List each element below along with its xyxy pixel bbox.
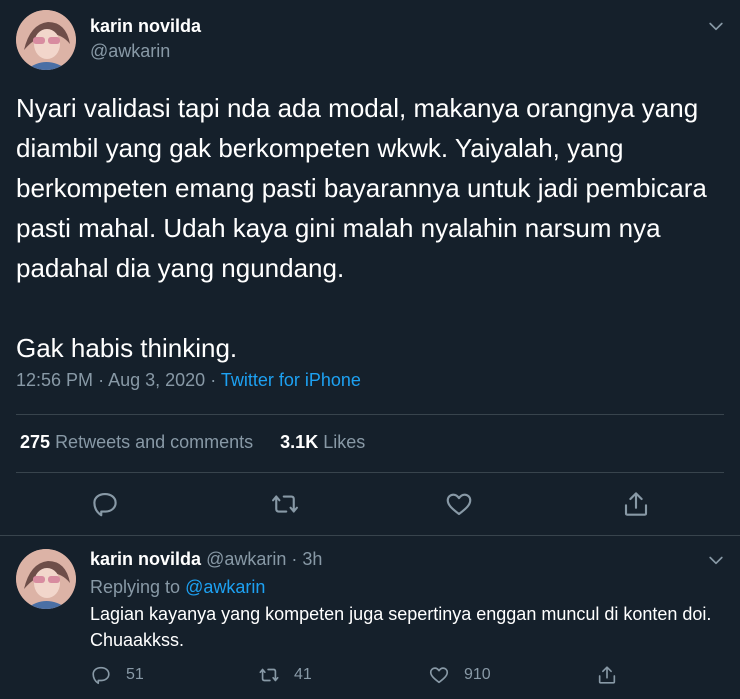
reply-author-name[interactable]: karin novilda — [90, 549, 201, 569]
author-name[interactable]: karin novilda — [90, 16, 201, 37]
chevron-down-icon[interactable] — [706, 550, 726, 570]
tweet-meta: 12:56 PM · Aug 3, 2020 · Twitter for iPh… — [16, 370, 361, 391]
replying-to: Replying to @awkarin — [90, 577, 265, 598]
reply-icon[interactable] — [90, 489, 120, 519]
divider — [16, 414, 724, 415]
reply-separator: · — [291, 549, 298, 569]
reply-icon — [90, 664, 112, 686]
author-handle[interactable]: @awkarin — [90, 41, 170, 62]
heart-icon[interactable] — [444, 489, 474, 519]
retweets-count: 275 — [20, 432, 51, 452]
retweet-icon — [258, 664, 280, 686]
likes-count: 3.1K — [280, 432, 319, 452]
retweets-label: Retweets and comments — [55, 432, 254, 452]
tweet-date[interactable]: Aug 3, 2020 — [108, 370, 205, 390]
reply-header: karin novilda @awkarin · 3h — [90, 549, 322, 570]
chevron-down-icon[interactable] — [706, 16, 726, 36]
reply-retweet-button[interactable]: 41 — [258, 664, 312, 686]
replying-prefix: Replying to — [90, 577, 181, 597]
divider — [16, 472, 724, 473]
divider — [0, 535, 740, 536]
tweet-detail-page: karin novilda @awkarin Nyari validasi ta… — [0, 0, 740, 699]
reply-share-button[interactable] — [596, 664, 618, 686]
reply-age[interactable]: 3h — [302, 549, 322, 569]
meta-separator: · — [98, 370, 105, 390]
share-icon[interactable] — [621, 489, 651, 519]
author-avatar[interactable] — [16, 10, 76, 70]
likes-stat[interactable]: 3.1K Likes — [280, 432, 365, 452]
reply-reply-button[interactable]: 51 — [90, 664, 144, 686]
heart-icon — [428, 664, 450, 686]
likes-label: Likes — [323, 432, 366, 452]
share-icon — [596, 664, 618, 686]
reply-like-button[interactable]: 910 — [428, 664, 491, 686]
retweet-count: 41 — [294, 666, 312, 683]
tweet-source-link[interactable]: Twitter for iPhone — [221, 370, 361, 390]
tweet-text: Nyari validasi tapi nda ada modal, makan… — [16, 93, 707, 363]
reply-author-avatar[interactable] — [16, 549, 76, 609]
retweet-icon[interactable] — [270, 489, 300, 519]
like-count: 910 — [464, 666, 491, 683]
retweets-stat[interactable]: 275 Retweets and comments — [20, 432, 253, 452]
tweet-time[interactable]: 12:56 PM — [16, 370, 93, 390]
replying-to-handle[interactable]: @awkarin — [185, 577, 265, 597]
reply-text: Lagian kayanya yang kompeten juga sepert… — [90, 604, 712, 650]
reply-count: 51 — [126, 666, 144, 683]
reply-author-handle[interactable]: @awkarin — [206, 549, 286, 569]
tweet-stats: 275 Retweets and comments 3.1K Likes — [20, 432, 387, 453]
meta-separator: · — [210, 370, 217, 390]
